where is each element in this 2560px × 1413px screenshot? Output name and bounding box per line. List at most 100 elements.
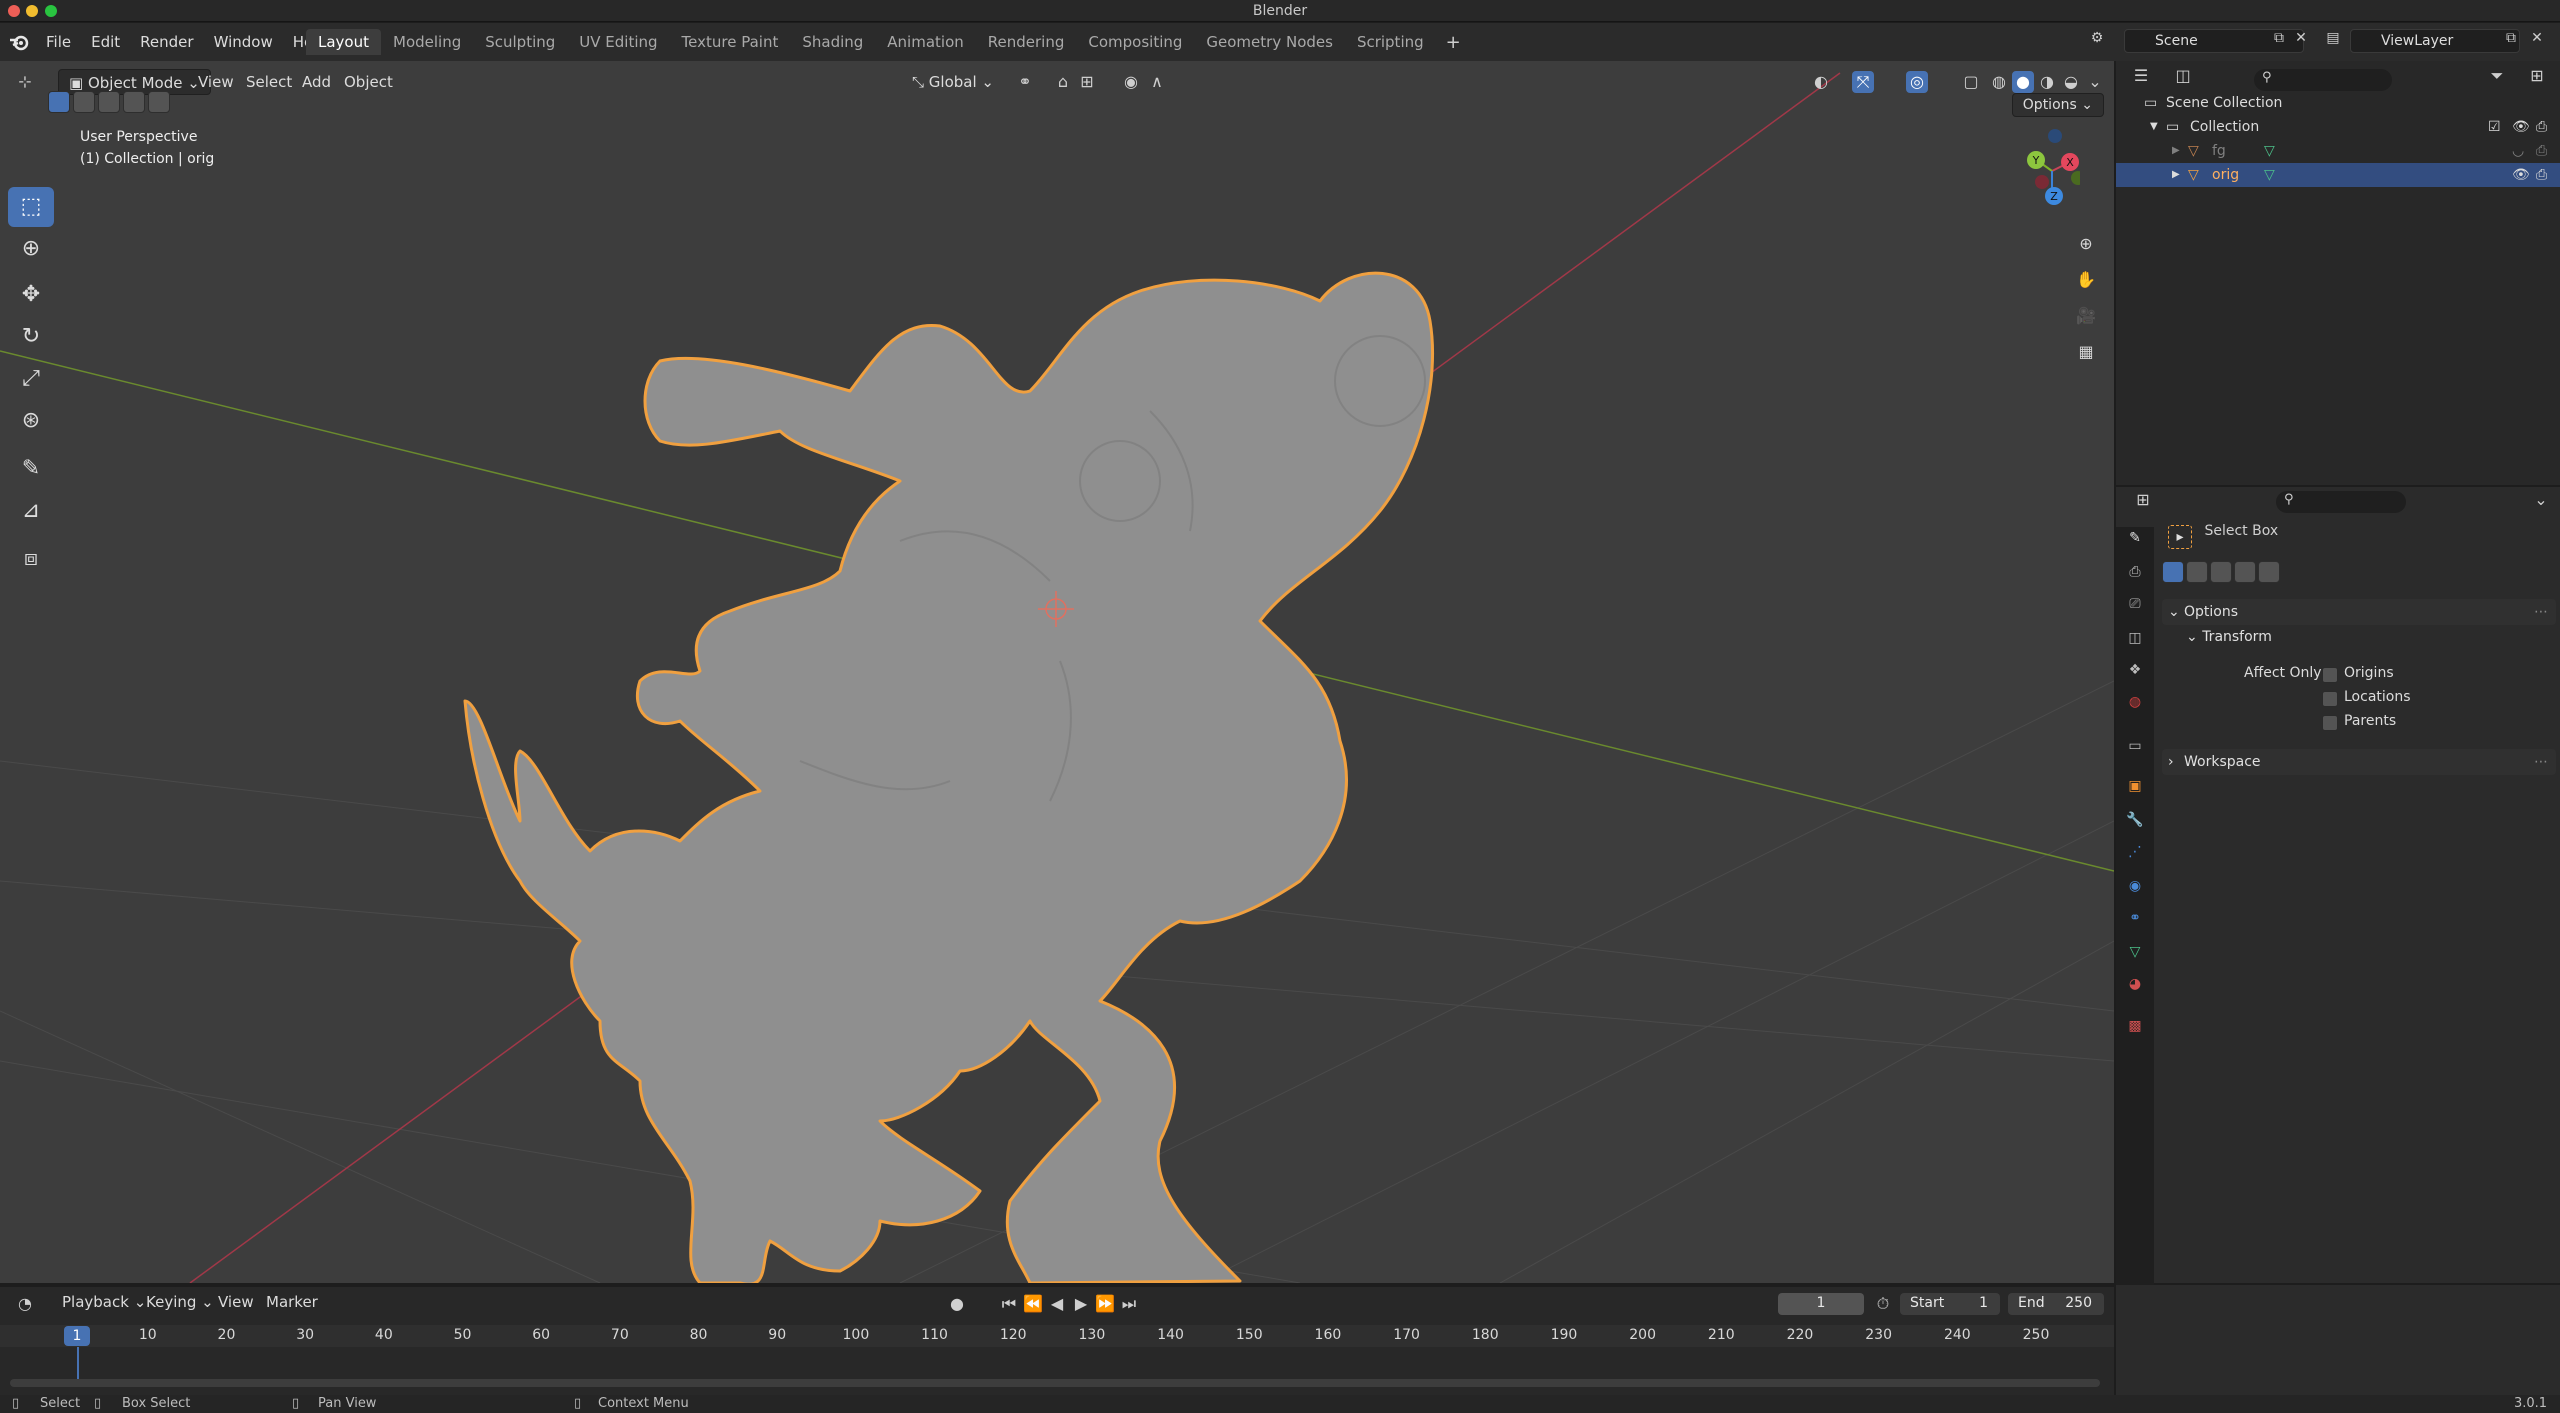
tab-animation[interactable]: Animation <box>875 29 975 55</box>
record-icon[interactable]: ● <box>946 1293 968 1315</box>
3d-viewport[interactable]: ⊹ ▣ Object Mode ⌄ View Select Add Object… <box>0 61 2114 1283</box>
options-dropdown[interactable]: Options ⌄ <box>2011 93 2104 117</box>
outliner-row-orig[interactable]: ▶ ▽ orig ▽ 👁 ⎙ <box>2116 163 2560 187</box>
camera-icon[interactable]: ⎙ <box>2536 115 2547 139</box>
data-tab-icon[interactable]: ▽ <box>2124 941 2146 963</box>
zoom-icon[interactable]: ⊕ <box>2072 230 2100 258</box>
expand-arrow-icon[interactable]: ▼ <box>2150 115 2158 139</box>
material-shading-icon[interactable]: ◑ <box>2036 71 2058 93</box>
view-layer-icon[interactable]: ▤ <box>2322 30 2344 52</box>
menu-view[interactable]: View <box>198 69 234 95</box>
tab-modeling[interactable]: Modeling <box>381 29 473 55</box>
new-scene-icon[interactable]: ⧉ <box>2268 30 2290 52</box>
tab-layout[interactable]: Layout <box>306 29 381 55</box>
jump-start-icon[interactable]: ⏮ <box>998 1293 1020 1315</box>
play-icon[interactable]: ▶ <box>1070 1293 1092 1315</box>
properties-options-icon[interactable]: ⌄ <box>2530 489 2552 511</box>
jump-keyframe-forward-icon[interactable]: ⏩ <box>1094 1293 1116 1315</box>
select-invert-icon[interactable] <box>123 91 145 113</box>
shading-options-icon[interactable]: ⌄ <box>2084 71 2106 93</box>
outliner-editor-type-icon[interactable]: ☰ <box>2130 65 2152 87</box>
tab-texture-paint[interactable]: Texture Paint <box>670 29 791 55</box>
menu-object[interactable]: Object <box>344 69 393 95</box>
annotate-icon[interactable]: ✎ <box>8 449 54 489</box>
properties-editor-type-icon[interactable]: ⊞ <box>2132 489 2154 511</box>
wireframe-shading-icon[interactable]: ◍ <box>1988 71 2010 93</box>
select-box-icon[interactable]: ⬚ <box>8 187 54 227</box>
delete-scene-icon[interactable]: ✕ <box>2290 30 2312 52</box>
select-new-icon[interactable] <box>2162 561 2184 583</box>
drag-handle-icon[interactable]: ⋯ <box>2534 749 2548 775</box>
origins-checkbox[interactable] <box>2322 667 2338 683</box>
orientation-dropdown[interactable]: ⤡ Global ⌄ <box>912 69 994 95</box>
menu-window[interactable]: Window <box>204 33 283 51</box>
menu-timeline-view[interactable]: View <box>218 1293 254 1311</box>
filter-icon[interactable]: ⏷ <box>2486 65 2508 87</box>
object-tab-icon[interactable]: ▣ <box>2124 775 2146 797</box>
rotate-icon[interactable]: ↻ <box>8 317 54 357</box>
snap-icon[interactable]: ⌂ <box>1052 71 1074 93</box>
tool-tab-icon[interactable]: ✎ <box>2124 527 2146 549</box>
options-panel-header[interactable]: ⌄ Options ⋯ <box>2162 599 2556 625</box>
new-view-layer-icon[interactable]: ⧉ <box>2500 30 2522 52</box>
playhead[interactable]: 1 <box>64 1326 90 1346</box>
select-subtract-icon[interactable] <box>98 91 120 113</box>
transform-subpanel-header[interactable]: ⌄ Transform <box>2186 629 2272 645</box>
eye-hidden-icon[interactable]: ◡ <box>2512 139 2524 163</box>
display-mode-icon[interactable]: ◫ <box>2172 65 2194 87</box>
measure-icon[interactable]: ⊿ <box>8 491 54 531</box>
overlay-toggle-icon[interactable]: ◎ <box>1906 71 1928 93</box>
menu-keying[interactable]: Keying ⌄ <box>146 1293 214 1311</box>
jump-keyframe-back-icon[interactable]: ⏪ <box>1022 1293 1044 1315</box>
outliner-row-fg[interactable]: ▶ ▽ fg ▽ ◡ ⎙ <box>2116 139 2560 163</box>
tab-scripting[interactable]: Scripting <box>1345 29 1436 55</box>
view-layer-tab-icon[interactable]: ◫ <box>2124 627 2146 649</box>
menu-edit[interactable]: Edit <box>81 33 130 51</box>
cursor-icon[interactable]: ⊕ <box>8 229 54 269</box>
menu-render[interactable]: Render <box>130 33 203 51</box>
particles-tab-icon[interactable]: ⋰ <box>2124 841 2146 863</box>
add-workspace-icon[interactable]: + <box>1436 32 1461 53</box>
current-frame-field[interactable]: 1 <box>1778 1293 1864 1315</box>
select-extend-icon[interactable] <box>2186 561 2208 583</box>
menu-select[interactable]: Select <box>246 69 292 95</box>
xray-icon[interactable]: ▢ <box>1960 71 1982 93</box>
physics-tab-icon[interactable]: ◉ <box>2124 875 2146 897</box>
menu-file[interactable]: File <box>36 33 81 51</box>
render-tab-icon[interactable]: ⎙ <box>2124 561 2146 583</box>
neg-x-axis-icon[interactable] <box>2035 175 2049 189</box>
tab-geometry-nodes[interactable]: Geometry Nodes <box>1194 29 1345 55</box>
navigation-gizmo[interactable]: X Y Z <box>2000 126 2080 216</box>
material-tab-icon[interactable]: ◕ <box>2124 973 2146 995</box>
workspace-panel-header[interactable]: › Workspace ⋯ <box>2162 749 2556 775</box>
collection-tab-icon[interactable]: ▭ <box>2124 735 2146 757</box>
perspective-toggle-icon[interactable]: ▦ <box>2072 338 2100 366</box>
timeline-editor-type-icon[interactable]: ◔ <box>14 1293 36 1315</box>
texture-tab-icon[interactable]: ▩ <box>2124 1015 2146 1037</box>
falloff-icon[interactable]: ∧ <box>1146 71 1168 93</box>
tab-rendering[interactable]: Rendering <box>976 29 1077 55</box>
gizmo-toggle-icon[interactable]: ⤧ <box>1852 71 1874 93</box>
camera-view-icon[interactable]: 🎥 <box>2072 302 2100 330</box>
view-layer-selector[interactable]: ViewLayer <box>2350 29 2520 53</box>
scale-icon[interactable]: ⤢ <box>8 359 54 399</box>
tab-uv-editing[interactable]: UV Editing <box>567 29 669 55</box>
menu-add[interactable]: Add <box>302 69 331 95</box>
start-frame-field[interactable]: Start 1 <box>1900 1293 2000 1315</box>
delete-view-layer-icon[interactable]: ✕ <box>2526 30 2548 52</box>
tab-compositing[interactable]: Compositing <box>1076 29 1194 55</box>
outliner-search-input[interactable]: ⚲ <box>2254 69 2392 91</box>
expand-arrow-icon[interactable]: ▶ <box>2172 139 2180 163</box>
proportional-edit-icon[interactable]: ◉ <box>1120 71 1142 93</box>
snap-target-icon[interactable]: ⊞ <box>1076 71 1098 93</box>
neg-y-axis-icon[interactable] <box>2071 171 2080 185</box>
properties-search-input[interactable]: ⚲ <box>2276 491 2406 513</box>
camera-icon[interactable]: ⎙ <box>2536 163 2547 187</box>
pan-hand-icon[interactable]: ✋ <box>2072 266 2100 294</box>
select-extend-icon[interactable] <box>73 91 95 113</box>
select-invert-icon[interactable] <box>2234 561 2256 583</box>
play-reverse-icon[interactable]: ◀ <box>1046 1293 1068 1315</box>
new-collection-icon[interactable]: ⊞ <box>2526 65 2548 87</box>
outliner-row-scene-collection[interactable]: ▭ Scene Collection <box>2116 91 2560 115</box>
tab-sculpting[interactable]: Sculpting <box>473 29 567 55</box>
